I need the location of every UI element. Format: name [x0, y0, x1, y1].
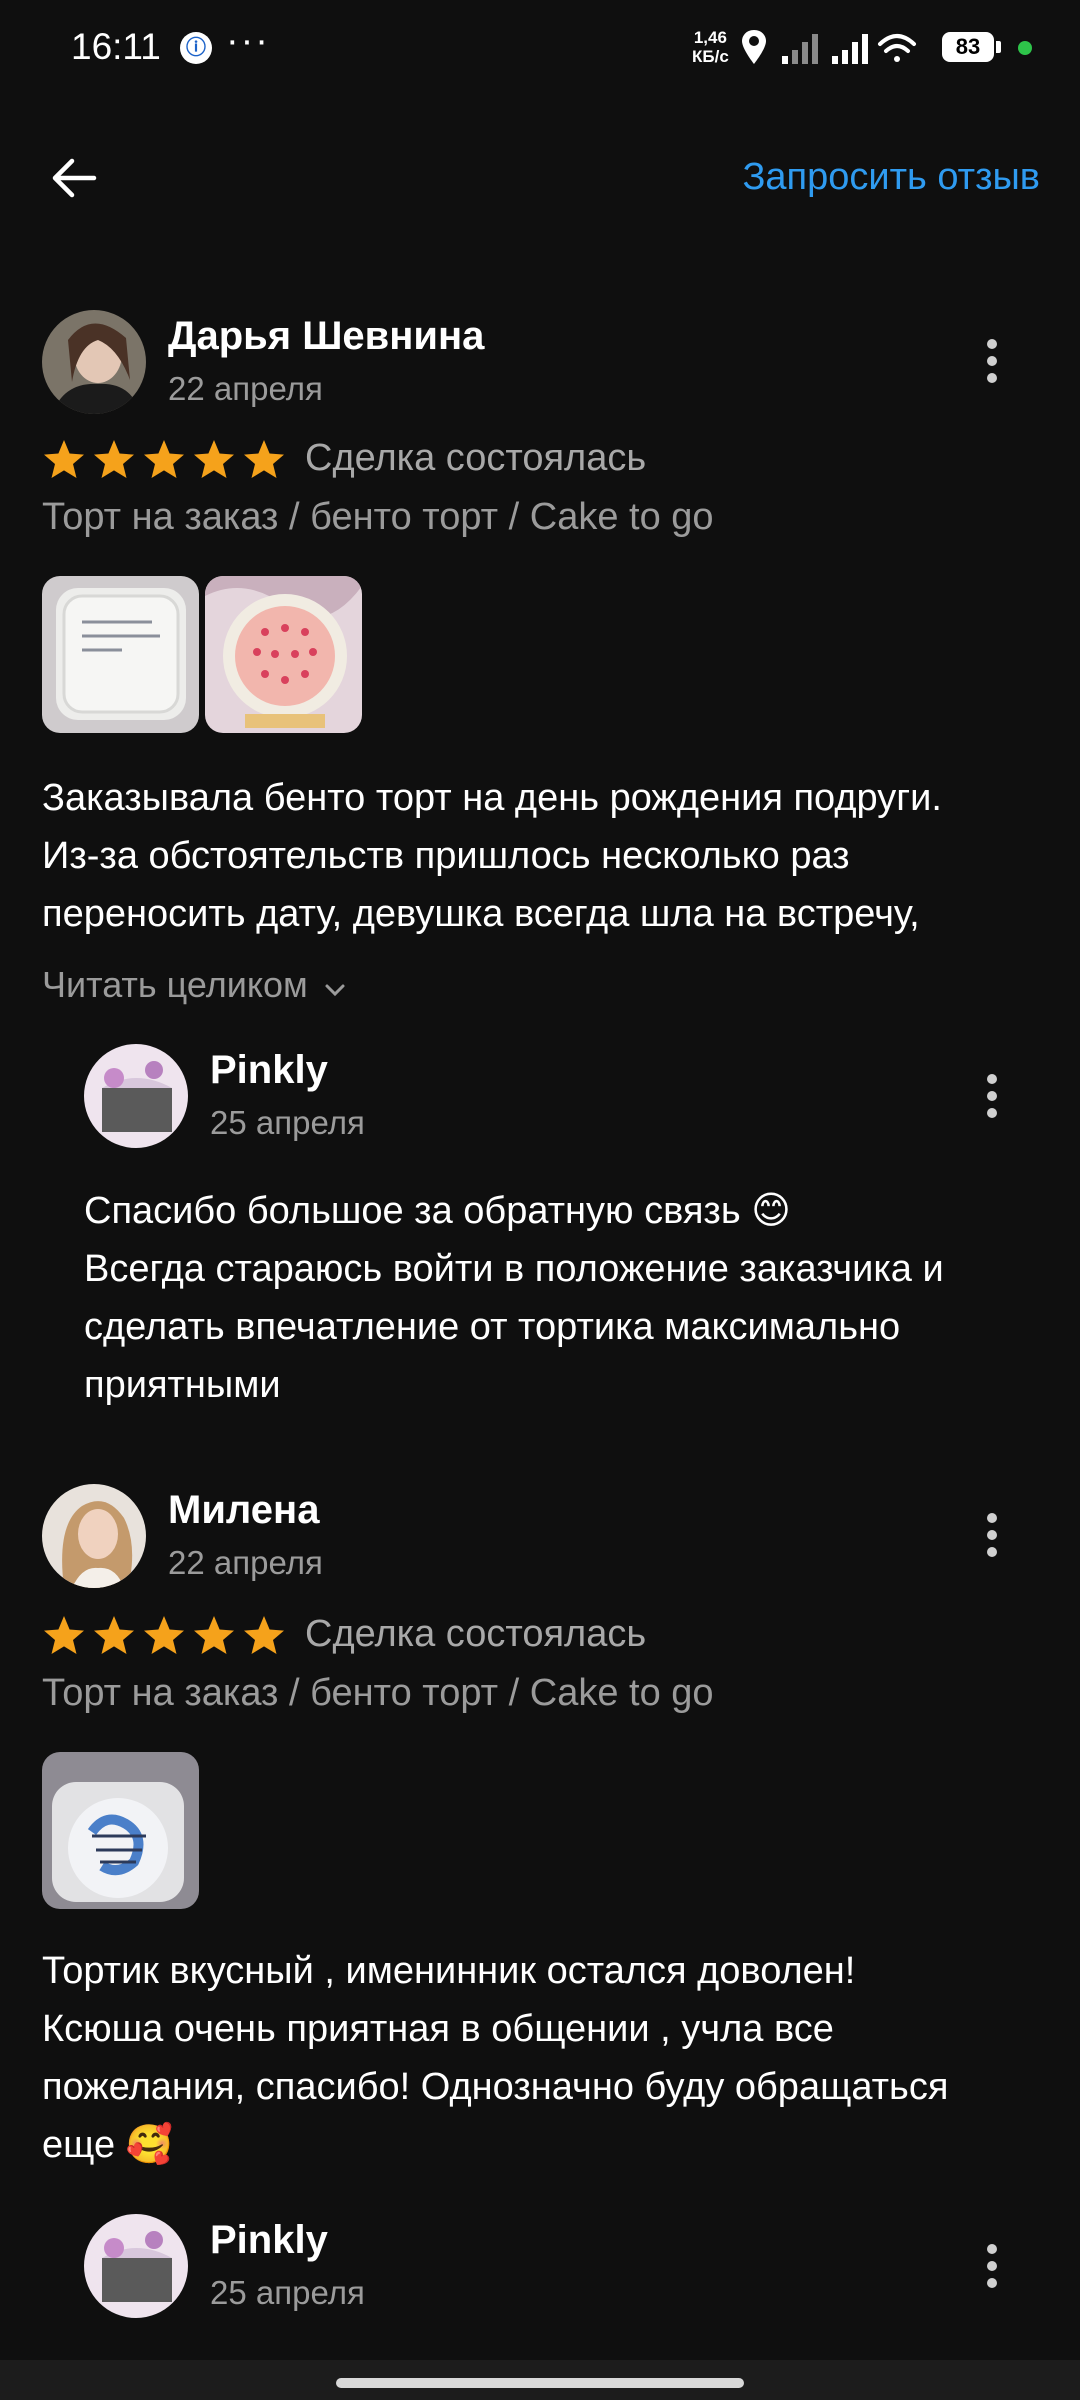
battery-icon: 83: [942, 32, 994, 62]
reply-date: 25 апреля: [210, 2274, 365, 2311]
review-text-line: переносить дату, девушка всегда шла на в…: [42, 893, 920, 935]
seller-avatar[interactable]: [84, 1044, 188, 1148]
star-icon: [144, 1616, 184, 1654]
review-category: Торт на заказ / бенто торт / Cake to go: [42, 1672, 714, 1714]
seller-name: Pinkly: [210, 1048, 328, 1092]
review-text: Тортик вкусный , именинник остался довол…: [42, 1942, 1042, 2174]
system-navigation-bar: [0, 2360, 1080, 2400]
battery-tip: [996, 41, 1001, 53]
star-icon: [94, 440, 134, 478]
rating-stars: [44, 1616, 284, 1654]
arrow-left-icon[interactable]: [46, 150, 102, 206]
app-notification-icon: ⓘ: [180, 32, 212, 64]
review-category: Торт на заказ / бенто торт / Cake to go: [42, 496, 714, 538]
star-icon: [44, 1616, 84, 1654]
star-icon: [244, 1616, 284, 1654]
reviewer-name: Милена: [168, 1488, 320, 1532]
star-icon: [144, 440, 184, 478]
star-icon: [244, 440, 284, 478]
star-icon: [44, 440, 84, 478]
avatar[interactable]: [42, 310, 146, 414]
network-speed: 1,46 КБ/с: [692, 28, 729, 66]
status-time: 16:11: [71, 26, 161, 67]
network-speed-value: 1,46: [693, 28, 727, 47]
review-photo[interactable]: [42, 1752, 199, 1909]
reviewer-name: Дарья Шевнина: [168, 314, 485, 358]
location-icon: [742, 30, 766, 64]
wifi-icon: [878, 34, 916, 62]
rating-stars: [44, 440, 284, 478]
signal-icon: [832, 34, 868, 64]
deal-status: Сделка состоялась: [305, 437, 647, 479]
home-gesture-handle[interactable]: [336, 2378, 744, 2388]
top-app-bar: Запросить отзыв: [0, 130, 1080, 230]
status-bar: 16:11 ⓘ ··· 1,46 КБ/с 83: [0, 0, 1080, 100]
more-vertical-icon[interactable]: [972, 1066, 1012, 1126]
request-review-button[interactable]: Запросить отзыв: [742, 156, 1040, 199]
chevron-down-icon: [325, 984, 345, 997]
review-text-line: Заказывала бенто торт на день рождения п…: [42, 777, 942, 819]
signal-icon: [782, 34, 818, 64]
review-photo[interactable]: [205, 576, 362, 733]
review-text-line: Тортик вкусный , именинник остался довол…: [42, 1950, 856, 1992]
privacy-indicator-dot: [1018, 41, 1032, 55]
reply-text-line: Спасибо большое за обратную связь 😊: [84, 1190, 791, 1232]
review-text-line: пожелания, спасибо! Однозначно буду обра…: [42, 2066, 949, 2108]
more-vertical-icon[interactable]: [972, 1505, 1012, 1565]
read-more-label: Читать целиком: [42, 964, 308, 1005]
read-more-button[interactable]: Читать целиком: [42, 964, 346, 1006]
status-icons: [742, 30, 916, 64]
review-date: 22 апреля: [168, 1544, 323, 1581]
reply-text-line: Всегда стараюсь войти в положение заказч…: [84, 1248, 944, 1290]
reply-text-line: приятными: [84, 1364, 281, 1406]
reply-date: 25 апреля: [210, 1104, 365, 1141]
reply-text-line: сделать впечатление от тортика максималь…: [84, 1306, 901, 1348]
more-dots-icon: ···: [226, 20, 270, 62]
review-date: 22 апреля: [168, 370, 323, 407]
star-icon: [194, 1616, 234, 1654]
network-speed-unit: КБ/с: [692, 47, 729, 66]
review-text-line: Ксюша очень приятная в общении , учла вс…: [42, 2008, 834, 2050]
seller-avatar[interactable]: [84, 2214, 188, 2318]
review-text-line: Из-за обстоятельств пришлось несколько р…: [42, 835, 850, 877]
star-icon: [94, 1616, 134, 1654]
review-photo[interactable]: [42, 576, 199, 733]
review-text: Заказывала бенто торт на день рождения п…: [42, 769, 1042, 943]
seller-name: Pinkly: [210, 2218, 328, 2262]
more-vertical-icon[interactable]: [972, 2236, 1012, 2296]
more-vertical-icon[interactable]: [972, 331, 1012, 391]
reply-text: Спасибо большое за обратную связь 😊 Всег…: [84, 1182, 1044, 1414]
star-icon: [194, 440, 234, 478]
avatar[interactable]: [42, 1484, 146, 1588]
deal-status: Сделка состоялась: [305, 1613, 647, 1655]
review-text-line: еще 🥰: [42, 2124, 173, 2166]
